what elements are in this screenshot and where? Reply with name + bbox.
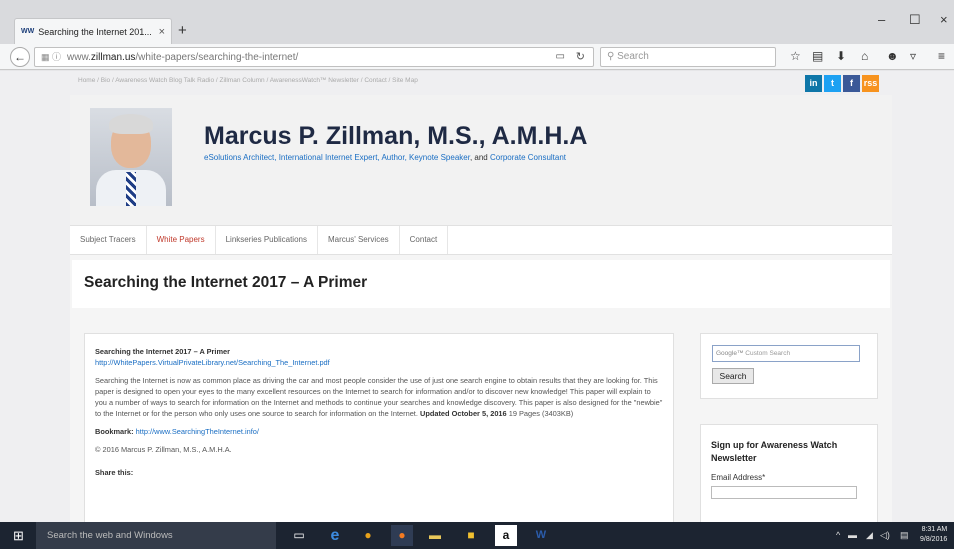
custom-search-placeholder: Custom Search (745, 350, 791, 357)
rss-icon[interactable]: rss (862, 75, 879, 92)
google-logo: Google™ (716, 350, 744, 357)
facebook-icon[interactable]: f (843, 75, 860, 92)
word-icon[interactable]: W (530, 525, 552, 546)
menu-contact[interactable]: Contact (400, 226, 449, 254)
copyright: © 2016 Marcus P. Zillman, M.S., A.M.H.A. (95, 445, 232, 454)
linkedin-icon[interactable]: in (805, 75, 822, 92)
volume-icon[interactable]: ◁) (880, 530, 890, 541)
menu-marcus-services[interactable]: Marcus' Services (318, 226, 400, 254)
tray-chevron-icon[interactable]: ^ (836, 530, 840, 540)
pocket-icon[interactable]: ▿ (910, 49, 916, 63)
minimize-button[interactable]: – (878, 12, 885, 27)
store-icon[interactable]: ■ (460, 525, 482, 546)
main-menu: Subject Tracers White Papers Linkseries … (70, 225, 892, 255)
site-tagline: eSolutions Architect, International Inte… (204, 153, 567, 162)
home-icon[interactable]: ⌂ (861, 49, 868, 63)
clock-time: 8:31 AM (921, 526, 948, 533)
reload-icon[interactable]: ↻ (576, 48, 585, 66)
newsletter-widget: Sign up for Awareness Watch Newsletter E… (700, 424, 878, 522)
site-info-icon[interactable]: ▦ ⓘ (41, 52, 61, 62)
share-heading: Share this: (95, 468, 134, 477)
wifi-icon[interactable]: ◢ (866, 530, 873, 541)
url-domain: zillman.us (90, 52, 136, 63)
search-button[interactable]: Search (712, 368, 754, 384)
browser-navbar: ← ▦ ⓘ www.zillman.us/white-papers/searchi… (0, 44, 954, 70)
social-icons: in t f rss (803, 75, 879, 92)
new-tab-button[interactable]: + (178, 22, 187, 39)
corporate-consultant-link[interactable]: Corporate Consultant (490, 153, 566, 162)
author-photo (90, 108, 172, 206)
browser-search-input[interactable]: ⚲ Search (600, 47, 776, 67)
site-favicon-icon: WW (21, 28, 35, 35)
notification-icon[interactable]: ▤ (900, 530, 909, 541)
clock-date: 9/8/2016 (920, 536, 948, 543)
email-field[interactable] (711, 486, 857, 499)
network-icon[interactable]: ▬ (848, 530, 857, 540)
pdf-link[interactable]: http://WhitePapers.VirtualPrivateLibrary… (95, 358, 330, 367)
download-icon[interactable]: ⬇ (836, 49, 846, 63)
file-explorer-icon[interactable]: ▬ (424, 525, 446, 546)
windows-taskbar: ⊞ Search the web and Windows ▭ e ● ● ▬ ■… (0, 522, 954, 549)
article-body: Searching the Internet is now as common … (95, 376, 663, 418)
twitter-icon[interactable]: t (824, 75, 841, 92)
browser-tab[interactable]: WW Searching the Internet 201... × (14, 18, 172, 44)
newsletter-title: Sign up for Awareness Watch Newsletter (711, 440, 838, 463)
search-placeholder: Search (617, 51, 649, 62)
tab-title: Searching the Internet 201... (38, 26, 152, 37)
browser-titlebar: WW Searching the Internet 201... × + – ☐… (0, 0, 954, 44)
bookmark-label: Bookmark: (95, 427, 134, 436)
page-count: 19 Pages (3403KB) (508, 409, 574, 418)
edge-icon[interactable]: e (324, 525, 346, 546)
menu-subject-tracers[interactable]: Subject Tracers (70, 226, 147, 254)
menu-white-papers[interactable]: White Papers (147, 226, 216, 254)
article-title: Searching the Internet 2017 – A Primer (95, 347, 230, 356)
task-view-icon[interactable]: ▭ (288, 525, 310, 546)
close-window-button[interactable]: × (940, 12, 948, 27)
url-bar[interactable]: ▦ ⓘ www.zillman.us/white-papers/searching… (34, 47, 594, 67)
chat-icon[interactable]: ☻ (886, 49, 899, 63)
menu-linkseries-publications[interactable]: Linkseries Publications (216, 226, 318, 254)
firefox-icon[interactable]: ● (391, 525, 413, 546)
star-icon[interactable]: ☆ (790, 49, 801, 63)
top-navigation[interactable]: Home / Bio / Awareness Watch Blog Talk R… (78, 77, 418, 84)
taskbar-clock[interactable]: 8:31 AM 9/8/2016 (920, 525, 947, 545)
clipboard-icon[interactable]: ▤ (812, 49, 823, 63)
back-button[interactable]: ← (10, 47, 30, 67)
custom-search-input[interactable]: Google™ Custom Search (712, 345, 860, 362)
url-prefix: www. (67, 52, 91, 63)
site-wrapper: Marcus P. Zillman, M.S., A.M.H.A eSoluti… (70, 95, 892, 522)
site-header: Marcus P. Zillman, M.S., A.M.H.A eSoluti… (70, 95, 892, 225)
article-content: Searching the Internet 2017 – A Primer h… (84, 333, 674, 522)
sidebar-search-widget: Google™ Custom Search Search (700, 333, 878, 399)
taskbar-search-input[interactable]: Search the web and Windows (36, 522, 276, 549)
amazon-icon[interactable]: a (495, 525, 517, 546)
bookmark-link[interactable]: http://www.SearchingTheInternet.info/ (136, 427, 259, 436)
page-title-box: Searching the Internet 2017 – A Primer (72, 260, 890, 308)
menu-icon[interactable]: ≡ (938, 49, 945, 63)
search-icon: ⚲ (607, 51, 618, 62)
email-label: Email Address* (711, 473, 766, 482)
back-arrow-icon: ← (14, 50, 26, 64)
web-page: Home / Bio / Awareness Watch Blog Talk R… (0, 71, 954, 522)
site-name[interactable]: Marcus P. Zillman, M.S., A.M.H.A (204, 122, 587, 151)
page-title: Searching the Internet 2017 – A Primer (84, 274, 368, 291)
tab-close-icon[interactable]: × (159, 26, 165, 38)
url-path: /white-papers/searching-the-internet/ (135, 52, 299, 63)
reader-view-icon[interactable]: ▭ (556, 48, 565, 66)
updated-date: Updated October 5, 2016 (419, 409, 507, 418)
keynote-speaker-link[interactable]: Keynote Speaker (409, 153, 470, 162)
windows-start-icon[interactable]: ⊞ (13, 528, 24, 544)
chrome-icon[interactable]: ● (357, 525, 379, 546)
maximize-button[interactable]: ☐ (909, 12, 921, 28)
